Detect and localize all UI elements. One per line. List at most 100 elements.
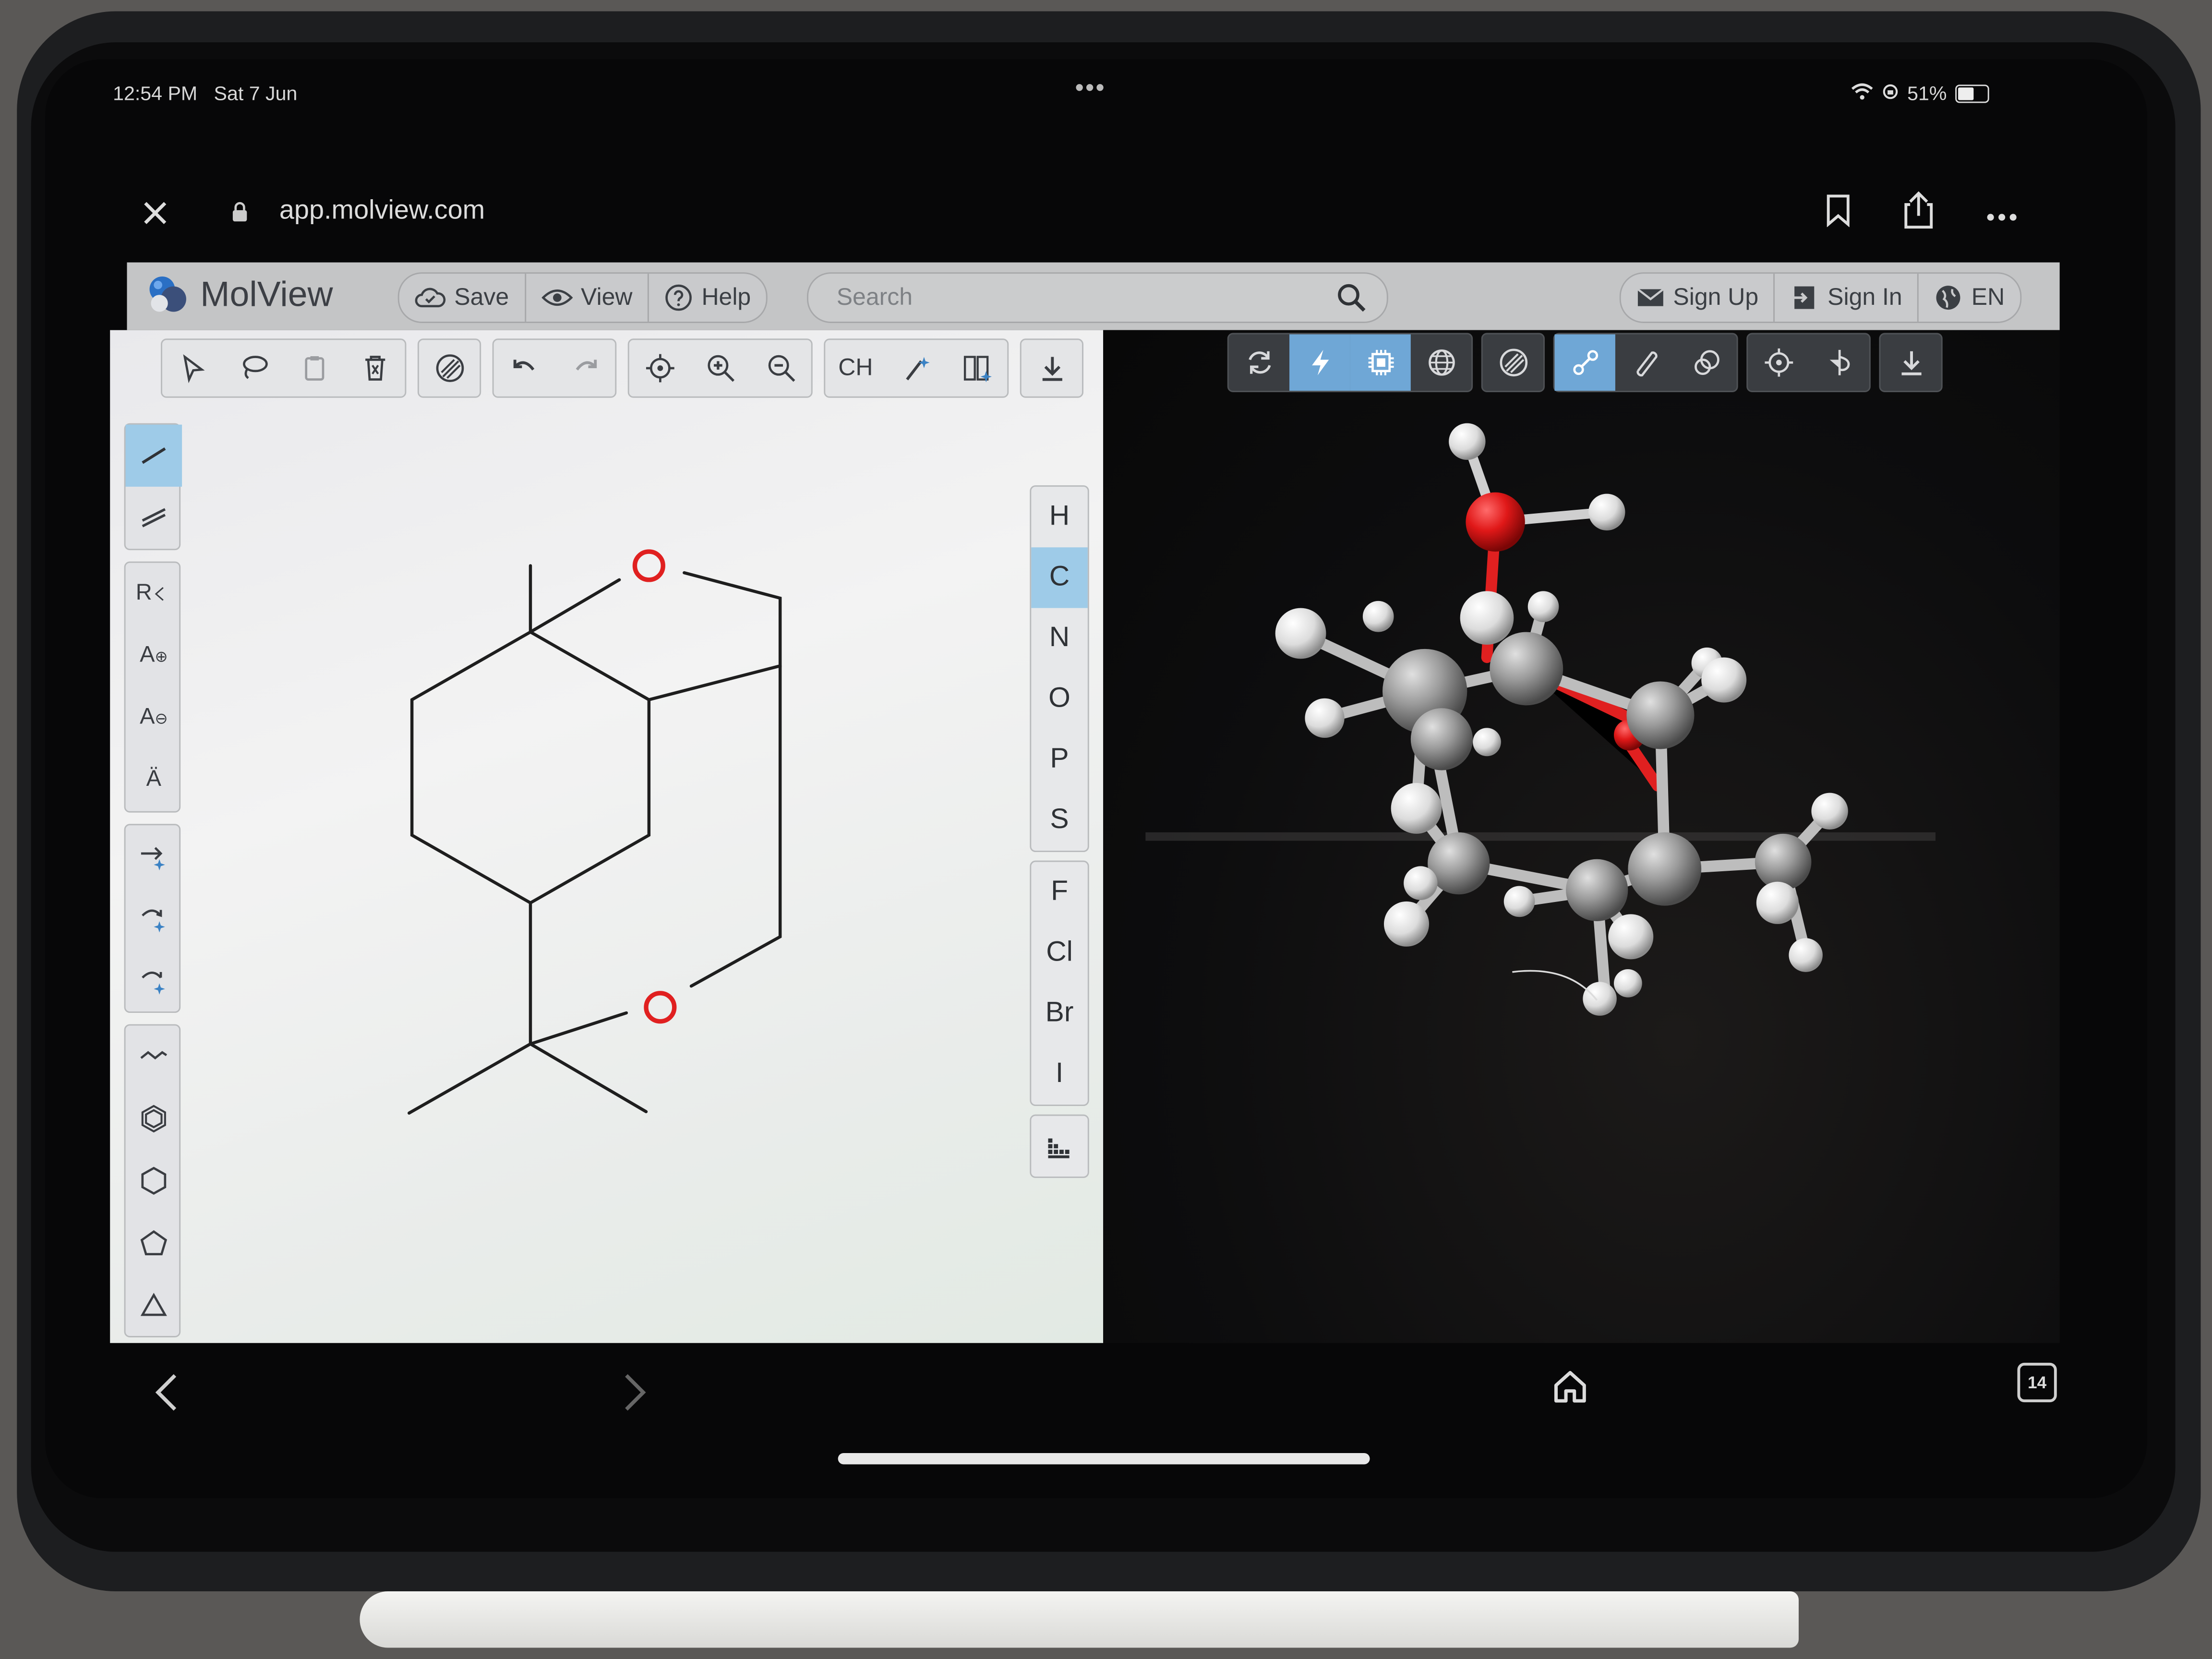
element-group-main: H C N O P S (1030, 485, 1089, 853)
bond (529, 901, 628, 1046)
app-logo[interactable]: MolView (147, 274, 333, 316)
bonds-3d (1295, 436, 1836, 1005)
signin-label: Sign In (1827, 283, 1902, 311)
element-i[interactable]: I (1031, 1044, 1088, 1105)
element-group-table (1030, 1114, 1089, 1178)
hydrogen-atom (1362, 601, 1394, 632)
wifi-icon (1851, 82, 1874, 104)
element-p[interactable]: P (1031, 729, 1088, 790)
eye-icon (541, 289, 573, 306)
sketcher-panel: CH R A ⊕ A ⊖ Ä H C N O P S F Cl Br I (110, 330, 1104, 1343)
status-right: 51% (1851, 82, 1989, 104)
carbon-atom (1755, 833, 1812, 890)
hydrogen-atom (1608, 914, 1654, 960)
tabs-count: 14 (2027, 1372, 2047, 1393)
browser-actions (1826, 191, 2018, 239)
element-palette: H C N O P S F Cl Br I (1030, 485, 1089, 1187)
hydrogen-atom (1383, 901, 1430, 947)
app-name: MolView (200, 274, 333, 314)
view-button[interactable]: View (526, 274, 649, 322)
stylus-pencil (360, 1591, 1799, 1648)
element-br[interactable]: Br (1031, 983, 1088, 1044)
carbon-atom (1628, 832, 1702, 906)
bond (408, 1042, 648, 1115)
hydrogen-atom (1391, 783, 1442, 834)
bond (689, 664, 782, 988)
cloud-icon (415, 288, 446, 308)
hydrogen-atom (1789, 938, 1823, 972)
signup-label: Sign Up (1673, 283, 1759, 311)
save-button[interactable]: Save (399, 274, 526, 322)
oxygen-atom[interactable] (644, 991, 677, 1024)
main-menu: Save View Help (397, 272, 768, 323)
molecule-2d-canvas[interactable] (110, 330, 1103, 1343)
home-icon[interactable] (1552, 1369, 1588, 1412)
app-header: MolView Save View Help Search Sign Up Si… (127, 262, 2060, 330)
carbon-atom (1626, 681, 1695, 749)
more-icon[interactable] (1986, 199, 2018, 230)
view-label: View (581, 283, 633, 311)
language-button[interactable]: EN (1919, 274, 2020, 322)
element-n[interactable]: N (1031, 608, 1088, 669)
battery-level (1958, 86, 1974, 100)
element-h[interactable]: H (1031, 487, 1088, 547)
structure-bonds (408, 564, 782, 1115)
element-group-halogens: F Cl Br I (1030, 860, 1089, 1106)
search-icon[interactable] (1336, 282, 1367, 320)
forward-icon[interactable] (621, 1371, 649, 1421)
multitasking-dots-icon[interactable]: ••• (1075, 73, 1106, 103)
oxygen-atom[interactable] (632, 549, 665, 582)
bond (647, 571, 782, 701)
share-icon[interactable] (1902, 191, 1936, 239)
periodic-table-icon[interactable] (1031, 1116, 1088, 1177)
hydrogen-atom (1588, 493, 1625, 530)
account-menu: Sign Up Sign In EN (1619, 272, 2022, 323)
hydrogen-atom (1756, 881, 1799, 924)
hydrogen-atom (1275, 608, 1326, 659)
save-label: Save (454, 283, 509, 311)
molecule-3d-model[interactable] (1103, 330, 2060, 1343)
molview-app: MolView Save View Help Search Sign Up Si… (110, 262, 2060, 1343)
hydrogen-atom (1701, 657, 1747, 703)
bond (529, 578, 621, 634)
carbon-atom (1490, 632, 1563, 706)
search-box[interactable]: Search (806, 272, 1388, 323)
molview-logo-icon (147, 274, 189, 316)
orientation-lock-icon (1882, 82, 1899, 104)
browser-navbar: 14 (127, 1354, 2074, 1439)
close-icon[interactable] (141, 191, 169, 237)
signup-button[interactable]: Sign Up (1621, 274, 1776, 322)
status-time: 12:54 PM Sat 7 Jun (113, 82, 298, 105)
globe-icon (1936, 286, 1961, 310)
hydrogen-atom (1305, 698, 1345, 738)
model-3d-panel (1103, 330, 2060, 1343)
hydrogen-atom (1449, 423, 1486, 460)
hydrogen-atom (1503, 886, 1535, 917)
browser-bar: app.molview.com (141, 191, 2060, 241)
element-cl[interactable]: Cl (1031, 923, 1088, 983)
battery-icon (1955, 84, 1989, 103)
help-button[interactable]: Help (649, 274, 767, 322)
hydrogen-atom (1473, 728, 1501, 757)
signin-button[interactable]: Sign In (1775, 274, 1920, 322)
sign-in-icon (1792, 286, 1815, 309)
tabs-button[interactable]: 14 (2017, 1362, 2057, 1403)
mail-icon (1637, 288, 1664, 306)
hydrogen-atom (1527, 591, 1559, 623)
lock-icon (231, 199, 248, 222)
bookmark-icon[interactable] (1826, 193, 1851, 236)
element-s[interactable]: S (1031, 790, 1088, 851)
element-o[interactable]: O (1031, 669, 1088, 729)
url-text[interactable]: app.molview.com (279, 196, 485, 227)
back-icon[interactable] (152, 1371, 180, 1421)
element-f[interactable]: F (1031, 862, 1088, 923)
carbon-atom (1566, 859, 1628, 922)
hydrogen-atom (1613, 969, 1642, 998)
hydrogen-atom (1460, 591, 1514, 645)
carbon-atom (1410, 708, 1473, 770)
search-input[interactable]: Search (837, 284, 913, 312)
hydrogen-atom (1404, 866, 1438, 900)
home-indicator[interactable] (838, 1453, 1370, 1465)
battery-percent: 51% (1907, 82, 1947, 105)
element-c[interactable]: C (1031, 547, 1088, 608)
